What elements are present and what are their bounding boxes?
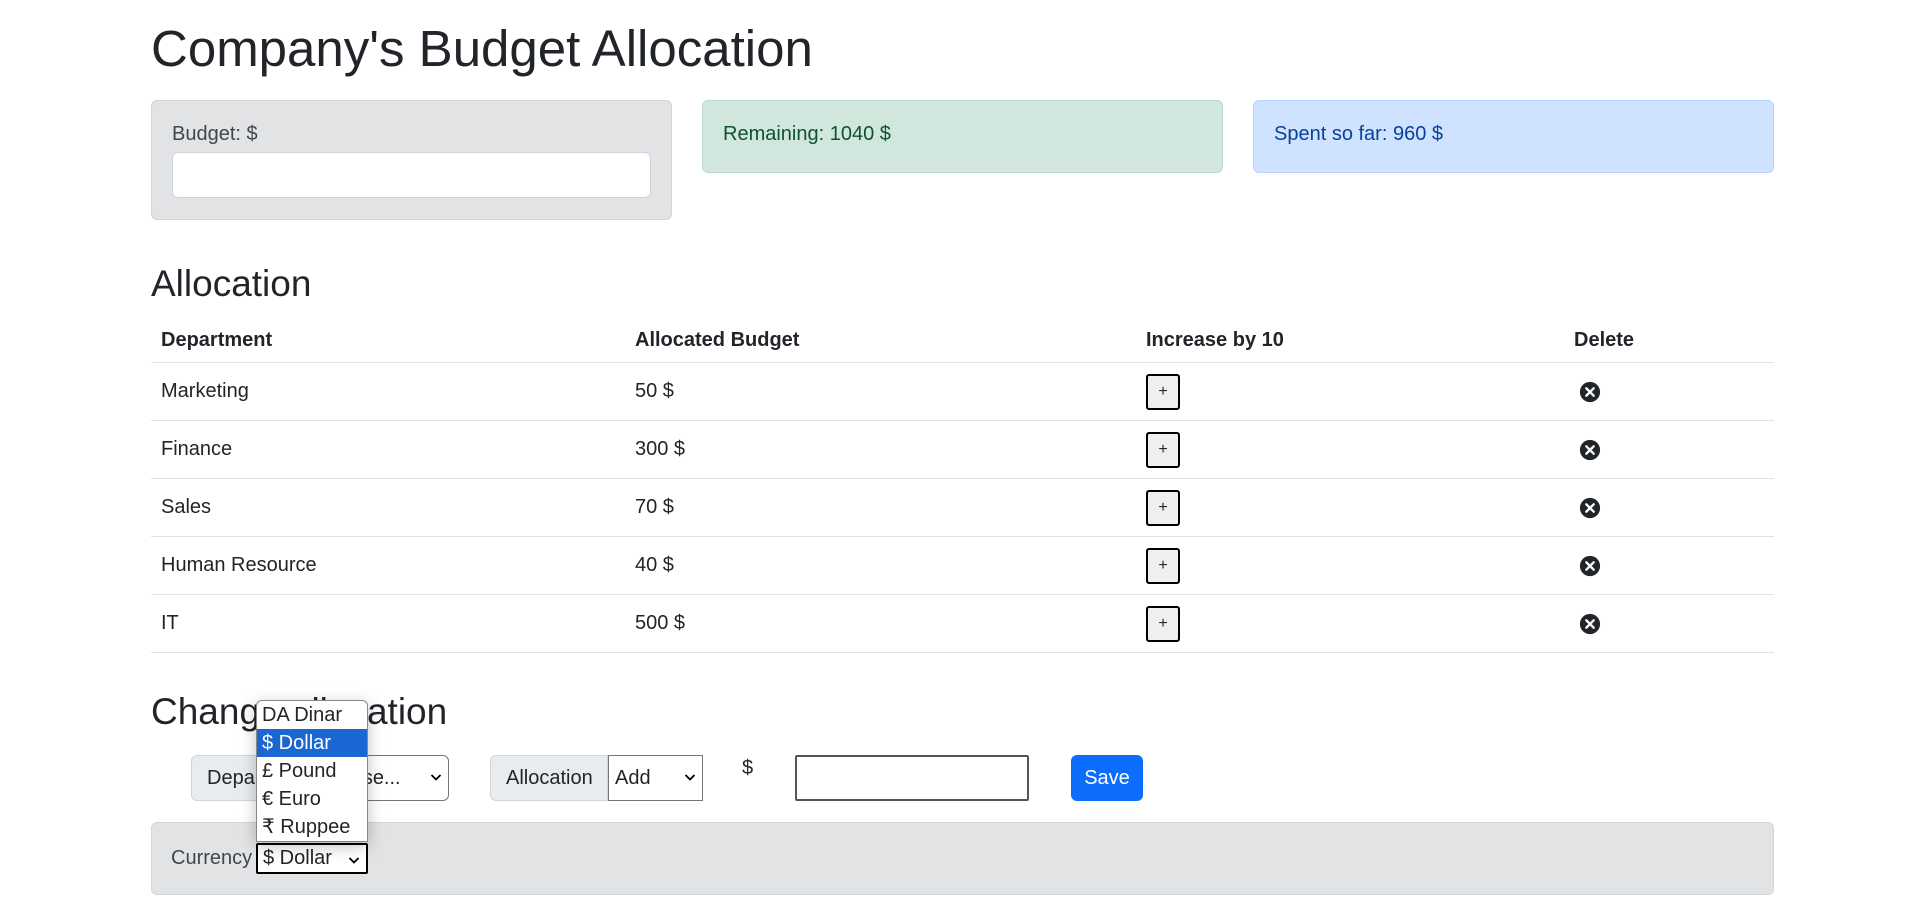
- increase-button[interactable]: +: [1146, 373, 1180, 410]
- budget-label: Budget: $: [172, 123, 258, 145]
- spent-card: Spent so far: 960 $: [1253, 100, 1774, 173]
- currency-option-dinar[interactable]: DA Dinar: [257, 701, 367, 729]
- row-budget: 50 $: [625, 362, 1136, 421]
- chevron-down-icon: [348, 857, 360, 864]
- increase-button[interactable]: +: [1146, 547, 1180, 584]
- chevron-down-icon: [684, 774, 696, 781]
- header-increase: Increase by 10: [1136, 318, 1564, 363]
- row-budget: 40 $: [625, 536, 1136, 595]
- table-row: Human Resource 40 $ +: [151, 536, 1774, 595]
- row-department: Marketing: [151, 362, 625, 421]
- header-allocated-budget: Allocated Budget: [625, 318, 1136, 363]
- page-title: Company's Budget Allocation: [151, 20, 813, 77]
- currency-bar: [151, 822, 1774, 895]
- delete-icon[interactable]: [1579, 497, 1601, 519]
- action-select-value: Add: [615, 766, 651, 789]
- currency-option-euro[interactable]: € Euro: [257, 785, 367, 813]
- action-select[interactable]: Add: [608, 755, 703, 801]
- delete-icon[interactable]: [1579, 439, 1601, 461]
- header-delete: Delete: [1564, 318, 1774, 363]
- row-budget: 70 $: [625, 478, 1136, 537]
- budget-card: Budget: $: [151, 100, 672, 220]
- increase-button[interactable]: +: [1146, 605, 1180, 642]
- row-budget: 500 $: [625, 594, 1136, 653]
- delete-icon[interactable]: [1579, 555, 1601, 577]
- currency-dropdown: DA Dinar $ Dollar £ Pound € Euro ₹ Ruppe…: [256, 700, 368, 842]
- currency-option-dollar[interactable]: $ Dollar: [257, 729, 367, 757]
- increase-button[interactable]: +: [1146, 489, 1180, 526]
- save-button[interactable]: Save: [1071, 755, 1143, 801]
- currency-select[interactable]: $ Dollar: [256, 843, 368, 874]
- table-row: Marketing 50 $ +: [151, 362, 1774, 421]
- currency-label: Currency: [171, 847, 253, 869]
- currency-option-ruppee[interactable]: ₹ Ruppee: [257, 813, 367, 841]
- remaining-card: Remaining: 1040 $: [702, 100, 1223, 173]
- currency-option-pound[interactable]: £ Pound: [257, 757, 367, 785]
- delete-icon[interactable]: [1579, 613, 1601, 635]
- table-row: IT 500 $ +: [151, 594, 1774, 653]
- table-row: Sales 70 $ +: [151, 478, 1774, 537]
- budget-input[interactable]: [172, 152, 651, 198]
- delete-icon[interactable]: [1579, 381, 1601, 403]
- spent-text: Spent so far: 960 $: [1274, 123, 1444, 145]
- header-department: Department: [151, 318, 625, 363]
- allocation-table: Department Allocated Budget Increase by …: [151, 318, 1774, 653]
- row-department: Sales: [151, 478, 625, 537]
- chevron-down-icon: [430, 774, 442, 781]
- table-header-row: Department Allocated Budget Increase by …: [151, 318, 1774, 363]
- row-department: IT: [151, 594, 625, 653]
- row-department: Finance: [151, 420, 625, 479]
- row-budget: 300 $: [625, 420, 1136, 479]
- increase-button[interactable]: +: [1146, 431, 1180, 468]
- allocation-amount-input[interactable]: [795, 755, 1029, 801]
- remaining-text: Remaining: 1040 $: [723, 123, 891, 145]
- currency-select-value: $ Dollar: [263, 847, 332, 869]
- currency-sign: $: [742, 757, 754, 779]
- row-department: Human Resource: [151, 536, 625, 595]
- allocation-label: Allocation: [490, 755, 608, 801]
- allocation-heading: Allocation: [151, 263, 312, 304]
- table-row: Finance 300 $ +: [151, 420, 1774, 479]
